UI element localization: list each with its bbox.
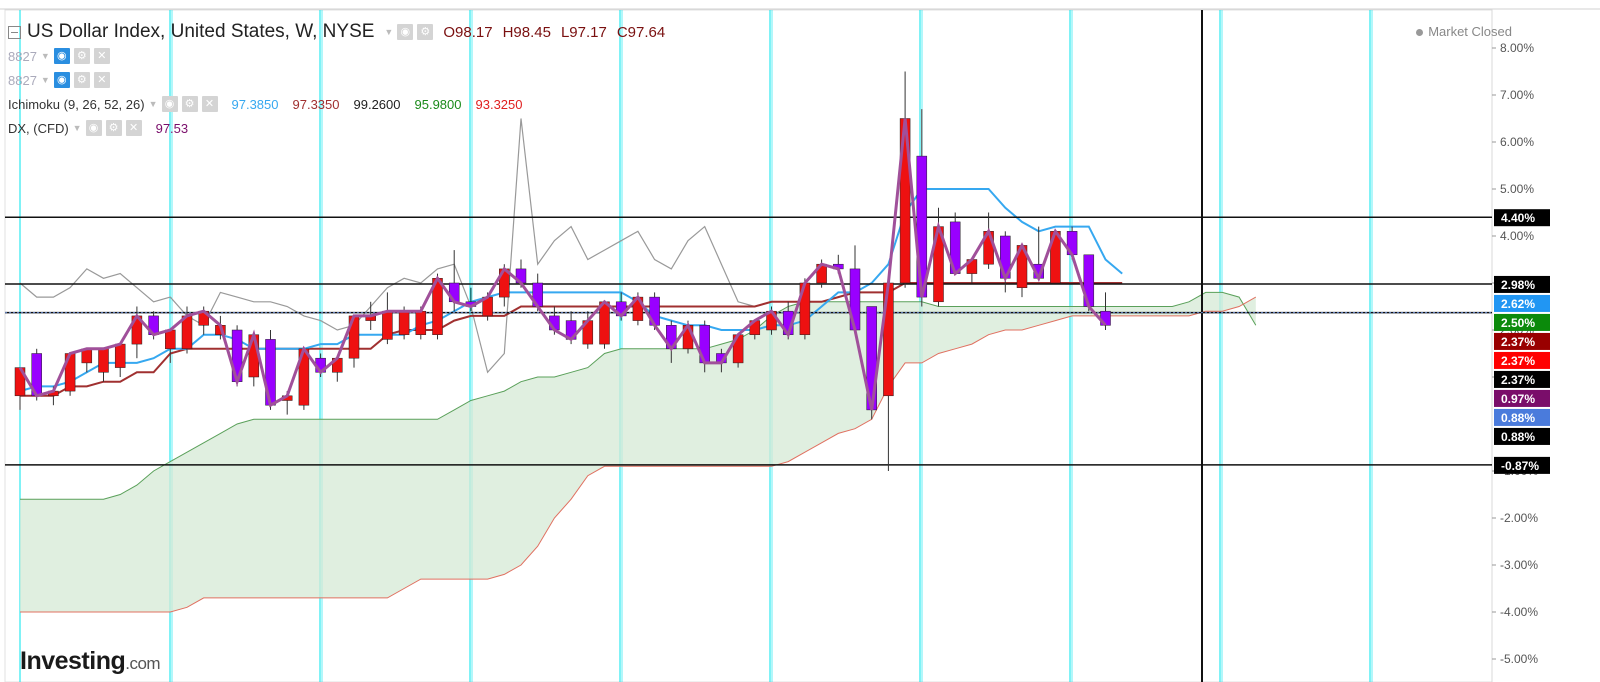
price-label-text: 2.50%	[1501, 316, 1535, 330]
y-axis-tick-label: -4.00%	[1500, 605, 1538, 619]
close-icon[interactable]: ✕	[93, 48, 110, 64]
collapse-icon[interactable]	[8, 25, 21, 39]
price-label-text: 2.37%	[1501, 354, 1535, 368]
indicator-label: DX, (CFD)	[8, 120, 69, 136]
y-axis-tick-label: 7.00%	[1500, 88, 1534, 102]
candle-body	[181, 315, 193, 350]
candle-body	[398, 310, 410, 335]
visibility-icon[interactable]: ◉	[161, 96, 178, 112]
candle-body	[114, 343, 126, 368]
indicator-label: 8827	[8, 48, 37, 64]
price-label-text: 0.88%	[1501, 411, 1535, 425]
y-axis-tick-label: 8.00%	[1500, 41, 1534, 55]
price-label-text: 2.37%	[1501, 335, 1535, 349]
gear-icon[interactable]: ⚙	[73, 72, 90, 88]
candle-body	[165, 329, 176, 350]
close-icon[interactable]: ✕	[125, 120, 142, 136]
ohlc-close: C97.64	[616, 23, 666, 41]
chevron-down-icon[interactable]: ▼	[149, 99, 158, 109]
chevron-down-icon[interactable]: ▼	[73, 123, 82, 133]
y-axis-tick-label: -2.00%	[1500, 511, 1538, 525]
ichimoku-value: 93.3250	[475, 96, 523, 112]
chevron-down-icon[interactable]: ▼	[41, 51, 50, 61]
market-status-text: Market Closed	[1428, 24, 1512, 39]
ichimoku-value: 99.2600	[353, 96, 401, 112]
price-label-text: 0.88%	[1501, 430, 1535, 444]
legend-panel: US Dollar Index, United States, W, NYSE …	[8, 20, 665, 140]
candle-body	[98, 348, 109, 373]
visibility-icon[interactable]: ◉	[397, 24, 414, 40]
price-label-text: 0.97%	[1501, 392, 1535, 406]
chevron-down-icon[interactable]: ▼	[384, 27, 393, 37]
indicator-row-dx: DX, (CFD) ▼ ◉ ⚙ ✕ 97.53	[8, 116, 665, 140]
brand-domain: .com	[125, 654, 161, 673]
ichimoku-value: 97.3350	[292, 96, 340, 112]
y-axis-tick-label: -5.00%	[1500, 652, 1538, 666]
close-icon[interactable]: ✕	[201, 96, 218, 112]
eye-icon[interactable]: ◉	[53, 48, 70, 64]
ohlc-high: H98.45	[502, 23, 551, 41]
eye-icon[interactable]: ◉	[53, 72, 70, 88]
gear-icon[interactable]: ⚙	[105, 120, 122, 136]
close-icon[interactable]: ✕	[93, 72, 110, 88]
indicator-label: 8827	[8, 72, 37, 88]
chart-title: US Dollar Index, United States, W, NYSE	[27, 21, 375, 42]
price-label-text: -0.87%	[1501, 459, 1539, 473]
indicator-row: 8827 ▼ ◉ ⚙ ✕	[8, 68, 665, 92]
y-axis-tick-label: 5.00%	[1500, 182, 1534, 196]
market-status: Market Closed	[1416, 24, 1512, 39]
ichimoku-value: 95.9800	[414, 96, 462, 112]
gear-icon[interactable]: ⚙	[73, 48, 90, 64]
legend-title-row: US Dollar Index, United States, W, NYSE …	[8, 20, 665, 44]
candle-body	[415, 310, 427, 335]
price-label-text: 2.62%	[1501, 297, 1535, 311]
brand-logo: Investing.com	[20, 647, 161, 676]
indicator-row: 8827 ▼ ◉ ⚙ ✕	[8, 44, 665, 68]
y-axis-tick-label: -3.00%	[1500, 558, 1538, 572]
gear-icon[interactable]: ⚙	[417, 24, 434, 40]
indicator-row-ichimoku: Ichimoku (9, 26, 52, 26) ▼ ◉ ⚙ ✕ 97.3850…	[8, 92, 665, 116]
price-label-text: 4.40%	[1501, 211, 1535, 225]
price-label-text: 2.98%	[1501, 278, 1535, 292]
candle-body	[382, 310, 393, 340]
chevron-down-icon[interactable]: ▼	[41, 75, 50, 85]
y-axis-tick-label: 4.00%	[1500, 229, 1534, 243]
ohlc-open: O98.17	[443, 23, 493, 41]
y-axis-tick-label: 6.00%	[1500, 135, 1534, 149]
price-label-text: 2.37%	[1501, 373, 1535, 387]
chart-root: 8.00%7.00%6.00%5.00%4.00%3.00%2.00%1.00%…	[0, 0, 1600, 682]
ichimoku-value: 97.3850	[231, 96, 279, 112]
candle-body	[599, 301, 610, 345]
indicator-label: Ichimoku (9, 26, 52, 26)	[8, 96, 145, 112]
status-dot-icon	[1416, 29, 1424, 37]
ohlc-low: L97.17	[560, 23, 607, 41]
brand-name: Investing	[20, 647, 126, 675]
gear-icon[interactable]: ⚙	[181, 96, 198, 112]
visibility-icon[interactable]: ◉	[85, 120, 102, 136]
dx-value: 97.53	[155, 120, 189, 136]
